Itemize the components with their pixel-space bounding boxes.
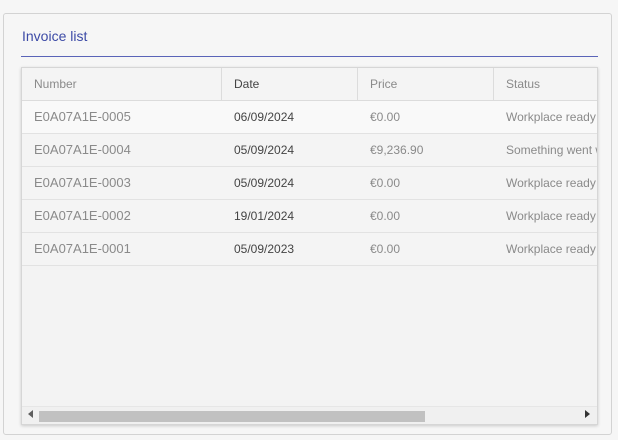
cell-status: Workplace ready xyxy=(506,110,596,124)
column-header-date[interactable]: Date xyxy=(222,68,358,100)
panel-title: Invoice list xyxy=(22,28,88,44)
cell-number: E0A07A1E-0003 xyxy=(34,175,131,190)
table-row[interactable]: E0A07A1E-0005 06/09/2024 €0.00 Workplace… xyxy=(22,101,597,134)
scroll-left-icon[interactable] xyxy=(23,407,39,424)
invoice-list-panel: Invoice list Number Date Price Status E0… xyxy=(3,13,612,435)
cell-price: €0.00 xyxy=(370,242,401,256)
cell-number: E0A07A1E-0005 xyxy=(34,109,131,124)
cell-number: E0A07A1E-0004 xyxy=(34,142,131,157)
triangle-left-icon xyxy=(28,410,33,418)
cell-price: €0.00 xyxy=(370,209,401,223)
title-divider xyxy=(21,56,598,57)
scrollbar-thumb[interactable] xyxy=(39,411,425,422)
triangle-right-icon xyxy=(585,410,590,418)
cell-date: 19/01/2024 xyxy=(234,209,295,223)
cell-status: Workplace ready xyxy=(506,242,596,256)
grid-rows: E0A07A1E-0005 06/09/2024 €0.00 Workplace… xyxy=(22,101,597,266)
horizontal-scrollbar[interactable] xyxy=(22,406,597,424)
cell-price: €0.00 xyxy=(370,110,401,124)
cell-status: Workplace ready xyxy=(506,209,596,223)
cell-number: E0A07A1E-0001 xyxy=(34,241,131,256)
cell-date: 06/09/2024 xyxy=(234,110,295,124)
table-row[interactable]: E0A07A1E-0002 19/01/2024 €0.00 Workplace… xyxy=(22,200,597,233)
cell-price: €0.00 xyxy=(370,176,401,190)
grid-viewport: Number Date Price Status E0A07A1E-0005 0… xyxy=(22,68,597,406)
grid-header: Number Date Price Status xyxy=(22,68,597,101)
table-row[interactable]: E0A07A1E-0003 05/09/2024 €0.00 Workplace… xyxy=(22,167,597,200)
column-header-price[interactable]: Price xyxy=(358,68,494,100)
table-row[interactable]: E0A07A1E-0001 05/09/2023 €0.00 Workplace… xyxy=(22,233,597,266)
cell-status: Workplace ready xyxy=(506,176,596,190)
cell-number: E0A07A1E-0002 xyxy=(34,208,131,223)
cell-status: Something went wrong xyxy=(506,143,597,157)
cell-date: 05/09/2024 xyxy=(234,143,295,157)
cell-price: €9,236.90 xyxy=(370,143,424,157)
cell-date: 05/09/2024 xyxy=(234,176,295,190)
invoice-grid: Number Date Price Status E0A07A1E-0005 0… xyxy=(21,67,598,425)
table-row[interactable]: E0A07A1E-0004 05/09/2024 €9,236.90 Somet… xyxy=(22,134,597,167)
column-header-status[interactable]: Status xyxy=(494,68,597,100)
cell-date: 05/09/2023 xyxy=(234,242,295,256)
column-header-number[interactable]: Number xyxy=(22,68,222,100)
scroll-right-icon[interactable] xyxy=(580,407,596,424)
